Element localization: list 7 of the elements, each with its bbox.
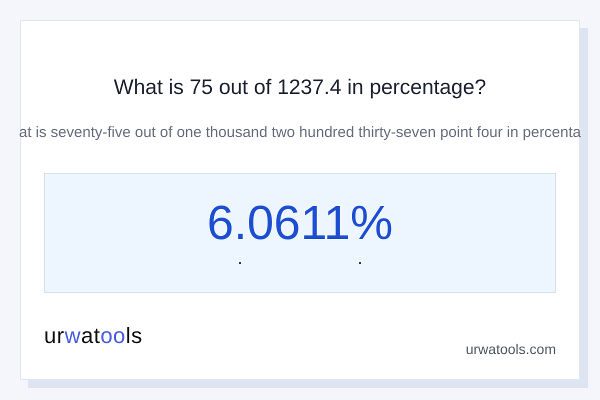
question-title: What is 75 out of 1237.4 in percentage? [114, 76, 486, 100]
domain-text: urwatools.com [466, 341, 556, 357]
logo: urwatools [44, 323, 143, 349]
dot-mark [239, 262, 241, 264]
result-value: 6.0611% [207, 196, 393, 252]
dot-mark [359, 262, 361, 264]
question-subtitle: at is seventy-five out of one thousand two hundred thirty-seven point four in percenta [19, 124, 582, 143]
